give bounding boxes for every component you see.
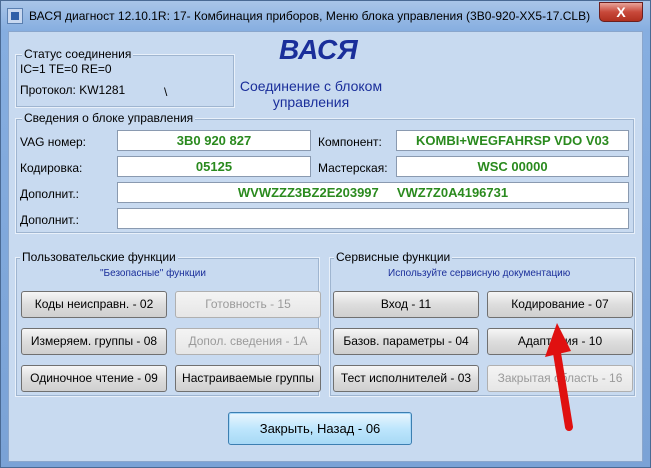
workshop-label: Мастерская: bbox=[318, 161, 388, 175]
connection-status-title: Статус соединения bbox=[22, 47, 134, 61]
connection-subtitle: Соединение с блоком управления bbox=[239, 78, 383, 110]
readiness-button[interactable]: Готовность - 15 bbox=[175, 291, 321, 318]
vag-number-field[interactable]: 3B0 920 827 bbox=[117, 130, 311, 151]
red-arrow-annotation-icon bbox=[545, 323, 573, 431]
workshop-field[interactable]: WSC 00000 bbox=[396, 156, 629, 177]
service-functions-hint: Используйте сервисную документацию bbox=[388, 268, 571, 279]
connection-status-group: Статус соединения IC=1 TE=0 RE=0 Протоко… bbox=[15, 47, 235, 108]
coding-label: Кодировка: bbox=[20, 161, 83, 175]
custom-groups-button[interactable]: Настраиваемые группы bbox=[175, 365, 321, 392]
additional-info-button[interactable]: Допол. сведения - 1A bbox=[175, 328, 321, 355]
user-functions-group: Пользовательские функции "Безопасные" фу… bbox=[15, 250, 321, 397]
close-window-button[interactable]: X bbox=[599, 2, 643, 22]
coding-button[interactable]: Кодирование - 07 bbox=[487, 291, 633, 318]
coding-field[interactable]: 05125 bbox=[117, 156, 311, 177]
vag-number-label: VAG номер: bbox=[20, 135, 87, 149]
extra-info-1-field[interactable]: WVWZZZ3BZ2E203997 VWZ7Z0A4196731 bbox=[117, 182, 629, 203]
ecu-info-group: Сведения о блоке управления VAG номер: 3… bbox=[15, 111, 635, 234]
extra-info-1-label: Дополнит.: bbox=[20, 187, 80, 201]
measuring-groups-button[interactable]: Измеряем. группы - 08 bbox=[21, 328, 167, 355]
window-title: ВАСЯ диагност 12.10.1R: 17- Комбинация п… bbox=[29, 9, 591, 23]
connection-status-text: IC=1 TE=0 RE=0 bbox=[20, 62, 112, 76]
ecu-info-title: Сведения о блоке управления bbox=[22, 111, 196, 125]
extra-info-2-field[interactable] bbox=[117, 208, 629, 229]
title-bar[interactable]: ВАСЯ диагност 12.10.1R: 17- Комбинация п… bbox=[1, 1, 650, 31]
component-field[interactable]: KOMBI+WEGFAHRSP VDO V03 bbox=[396, 130, 629, 151]
main-window: ВАСЯ диагност 12.10.1R: 17- Комбинация п… bbox=[0, 0, 651, 468]
app-icon bbox=[7, 8, 23, 24]
protocol-text: Протокол: KW1281 bbox=[20, 83, 126, 97]
single-reading-button[interactable]: Одиночное чтение - 09 bbox=[21, 365, 167, 392]
extra-info-2-label: Дополнит.: bbox=[20, 213, 80, 227]
service-functions-title: Сервисные функции bbox=[334, 250, 453, 264]
user-functions-hint: "Безопасные" функции bbox=[100, 268, 206, 279]
login-button[interactable]: Вход - 11 bbox=[333, 291, 479, 318]
component-label: Компонент: bbox=[318, 135, 382, 149]
output-tests-button[interactable]: Тест исполнителей - 03 bbox=[333, 365, 479, 392]
basic-settings-button[interactable]: Базов. параметры - 04 bbox=[333, 328, 479, 355]
app-logo-title: ВАСЯ bbox=[279, 34, 358, 65]
close-back-button[interactable]: Закрыть, Назад - 06 bbox=[228, 412, 412, 445]
user-functions-title: Пользовательские функции bbox=[20, 250, 178, 264]
fault-codes-button[interactable]: Коды неисправн. - 02 bbox=[21, 291, 167, 318]
spinner-indicator: \ bbox=[164, 85, 168, 99]
